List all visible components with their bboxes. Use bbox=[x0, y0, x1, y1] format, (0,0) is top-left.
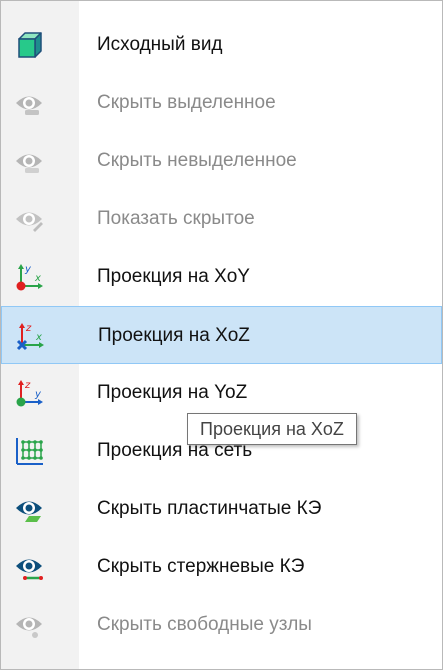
menu-item-hide-bars[interactable]: Скрыть стержневые КЭ bbox=[1, 538, 442, 596]
menu-item-label: Скрыть стержневые КЭ bbox=[97, 556, 305, 577]
menu-item-hide-plates[interactable]: Скрыть пластинчатые КЭ bbox=[1, 480, 442, 538]
menu-item-hide-selected[interactable]: Скрыть выделенное bbox=[1, 74, 442, 132]
menu-item-hide-unselected[interactable]: Скрыть невыделенное bbox=[1, 132, 442, 190]
eye-hide-selected-icon bbox=[16, 96, 42, 115]
menu-item-label: Скрыть свободные узлы bbox=[97, 614, 312, 635]
svg-text:z: z bbox=[24, 380, 31, 391]
svg-text:y: y bbox=[34, 389, 42, 400]
menu-item-projection-xoy[interactable]: y x Проекция на XoY bbox=[1, 248, 442, 306]
eye-hide-unselected-icon bbox=[16, 154, 42, 173]
svg-text:y: y bbox=[24, 264, 32, 275]
menu-item-label: Исходный вид bbox=[97, 34, 223, 55]
cube-icon bbox=[18, 32, 42, 58]
menu-item-label: Проекция на YoZ bbox=[97, 382, 248, 403]
axes-xoz-icon: z x bbox=[16, 323, 44, 351]
eye-hide-plates-icon bbox=[16, 501, 42, 522]
menu-item-label: Проекция на XoY bbox=[97, 266, 250, 287]
eye-show-hidden-icon bbox=[16, 212, 43, 232]
menu-item-label: Скрыть пластинчатые КЭ bbox=[97, 498, 322, 519]
svg-text:x: x bbox=[35, 332, 42, 343]
menu-item-label: Показать скрытое bbox=[97, 208, 255, 229]
menu-item-initial-view[interactable]: Исходный вид bbox=[1, 16, 442, 74]
menu-item-projection-xoz[interactable]: z x Проекция на XoZ bbox=[1, 306, 442, 364]
axes-xoy-icon: y x bbox=[16, 264, 43, 291]
svg-text:z: z bbox=[25, 323, 32, 334]
menu-item-label: Скрыть невыделенное bbox=[97, 150, 297, 171]
tooltip: Проекция на XoZ bbox=[187, 413, 357, 445]
axes-yoz-icon: z y bbox=[16, 380, 43, 407]
eye-hide-nodes-icon bbox=[16, 617, 42, 638]
menu-item-hide-free-nodes[interactable]: Скрыть свободные узлы bbox=[1, 596, 442, 654]
menu-item-show-hidden[interactable]: Показать скрытое bbox=[1, 190, 442, 248]
grid-projection-icon bbox=[16, 438, 43, 465]
svg-text:x: x bbox=[34, 273, 41, 284]
menu-item-label: Проекция на XoZ bbox=[98, 325, 250, 346]
context-menu: Исходный вид Скрыть выделенное Скрыть не… bbox=[0, 0, 443, 670]
eye-hide-bars-icon bbox=[16, 559, 43, 580]
menu-item-label: Скрыть выделенное bbox=[97, 92, 276, 113]
